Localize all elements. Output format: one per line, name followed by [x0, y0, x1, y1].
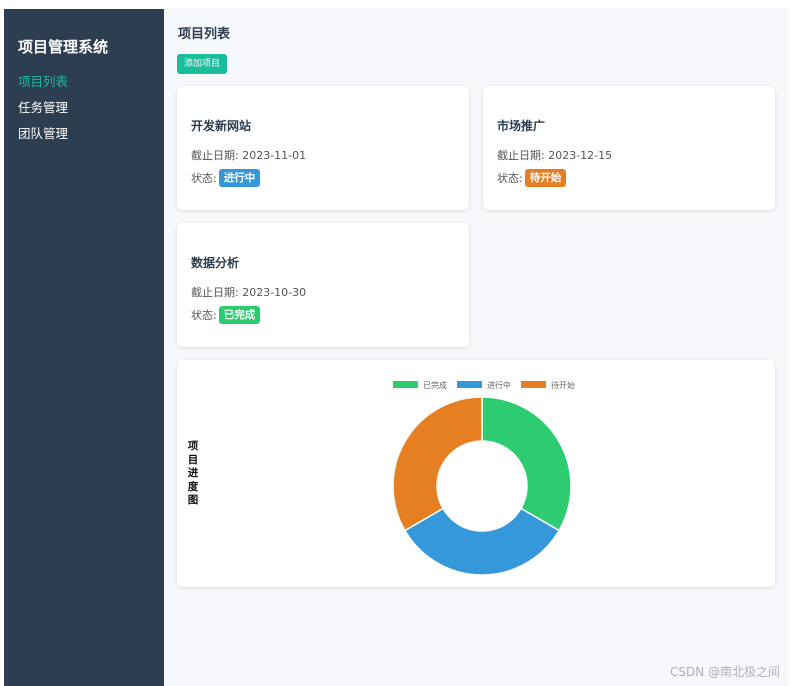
progress-doughnut-chart: 已完成 进行中 待开始	[392, 380, 575, 576]
project-cards: 开发新网站 截止日期: 2023-11-01 状态: 进行中 市场推广 截止日期:…	[177, 86, 775, 348]
chart-slice-2[interactable]	[403, 507, 561, 576]
legend-label-1[interactable]: 已完成	[423, 380, 447, 390]
project-card[interactable]: 开发新网站 截止日期: 2023-11-01 状态: 进行中	[177, 86, 469, 210]
due-label: 截止日期:	[497, 149, 549, 162]
status-label: 状态:	[497, 172, 523, 185]
project-name: 数据分析	[191, 256, 240, 270]
progress-chart-card: 项目进度图 已完成 进行中 待开始	[177, 360, 775, 587]
due-value: 2023-12-15	[548, 149, 613, 162]
project-card[interactable]: 市场推广 截止日期: 2023-12-15 状态: 待开始	[483, 86, 775, 210]
chart-slice-3[interactable]	[392, 396, 483, 532]
due-value: 2023-11-01	[242, 149, 307, 162]
project-status: 状态: 进行中	[191, 169, 455, 187]
project-status: 状态: 待开始	[497, 169, 761, 187]
sidebar-item-tasks[interactable]: 任务管理	[4, 101, 164, 127]
page-title: 项目列表	[178, 27, 231, 42]
sidebar-item-projects[interactable]: 项目列表	[4, 75, 164, 101]
due-value: 2023-10-30	[242, 286, 307, 299]
legend-label-3[interactable]: 待开始	[551, 380, 575, 390]
status-label: 状态:	[191, 309, 217, 322]
main-content: 项目列表 添加项目 开发新网站 截止日期: 2023-11-01 状态: 进行中 …	[164, 9, 788, 686]
project-status: 状态: 已完成	[191, 306, 455, 324]
status-badge: 待开始	[524, 169, 567, 187]
due-label: 截止日期:	[191, 149, 243, 162]
project-due-date: 截止日期: 2023-12-15	[497, 147, 761, 162]
status-badge: 进行中	[218, 169, 261, 187]
sidebar: 项目管理系统 项目列表 任务管理 团队管理	[4, 9, 164, 686]
project-card[interactable]: 数据分析 截止日期: 2023-10-30 状态: 已完成	[177, 223, 469, 347]
legend-label-2[interactable]: 进行中	[487, 380, 511, 390]
project-name: 市场推广	[497, 119, 546, 133]
project-due-date: 截止日期: 2023-10-30	[191, 284, 455, 299]
add-project-button[interactable]: 添加项目	[177, 54, 228, 74]
app-title: 项目管理系统	[18, 38, 109, 56]
legend-swatch-1[interactable]	[393, 381, 418, 388]
project-name: 开发新网站	[191, 119, 252, 133]
legend-swatch-3[interactable]	[521, 381, 546, 388]
status-label: 状态:	[191, 172, 217, 185]
app-window: 项目管理系统 项目列表 任务管理 团队管理 项目列表 添加项目 开发新网站 截止…	[4, 9, 788, 686]
chart-slice-1[interactable]	[481, 396, 572, 532]
project-due-date: 截止日期: 2023-11-01	[191, 147, 455, 162]
legend-swatch-2[interactable]	[457, 381, 482, 388]
sidebar-item-team[interactable]: 团队管理	[4, 127, 164, 153]
due-label: 截止日期:	[191, 286, 243, 299]
watermark: CSDN @南北极之间	[669, 665, 780, 679]
status-badge: 已完成	[218, 306, 261, 324]
